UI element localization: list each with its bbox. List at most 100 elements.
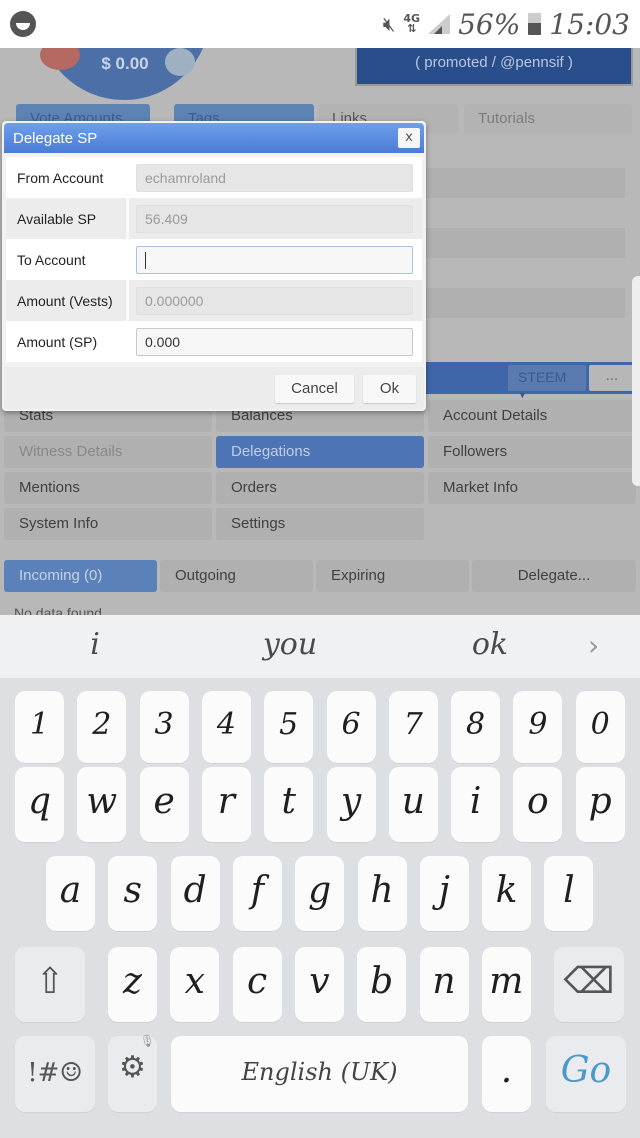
from-account-field[interactable]: echamroland xyxy=(136,163,413,192)
suggestion-1[interactable]: i xyxy=(60,627,130,662)
suggestion-3[interactable]: ok xyxy=(440,627,540,662)
delegate-button[interactable]: Delegate... xyxy=(472,560,636,592)
key-j[interactable]: j xyxy=(419,856,469,931)
key-8[interactable]: 8 xyxy=(451,691,501,763)
promoted-banner[interactable]: ( promoted / @pennsif ) xyxy=(355,48,633,86)
key-w[interactable]: w xyxy=(77,767,127,842)
key-h[interactable]: h xyxy=(357,856,407,931)
chevron-right-icon[interactable]: › xyxy=(588,629,599,662)
menu-mentions[interactable]: Mentions xyxy=(4,472,212,504)
key-g[interactable]: g xyxy=(295,856,345,931)
menu-followers[interactable]: Followers xyxy=(428,436,636,468)
tab-tutorials[interactable]: Tutorials xyxy=(464,104,632,134)
menu-market-info[interactable]: Market Info xyxy=(428,472,636,504)
network-type: 4G xyxy=(403,12,421,25)
key-x-label: x xyxy=(184,961,205,1002)
key-i[interactable]: i xyxy=(451,767,501,842)
list-row xyxy=(425,258,625,288)
key-0[interactable]: 0 xyxy=(575,691,625,763)
key-o[interactable]: o xyxy=(513,767,563,842)
key-4-label: 4 xyxy=(216,707,236,742)
available-sp-label: Available SP xyxy=(17,210,97,227)
key-d[interactable]: d xyxy=(170,856,220,931)
key-y-label: y xyxy=(340,781,362,822)
suggestion-2[interactable]: you xyxy=(240,627,340,662)
key-y[interactable]: y xyxy=(326,767,376,842)
from-account-label: From Account xyxy=(17,169,104,186)
key-1[interactable]: 1 xyxy=(15,691,64,763)
row-amount-vests: Amount (Vests) 0.000000 xyxy=(6,280,422,321)
key-3[interactable]: 3 xyxy=(139,691,189,763)
key-e[interactable]: e xyxy=(139,767,189,842)
go-key[interactable]: Go xyxy=(546,1036,626,1112)
key-a[interactable]: a xyxy=(46,856,95,931)
amount-sp-input[interactable]: 0.000 xyxy=(136,327,413,356)
menu-settings[interactable]: Settings xyxy=(216,508,424,540)
available-sp-field[interactable]: 56.409 xyxy=(136,204,413,233)
key-x[interactable]: x xyxy=(170,947,220,1022)
menu-system-info[interactable]: System Info xyxy=(4,508,212,540)
key-n-label: n xyxy=(432,961,456,1002)
cancel-button[interactable]: Cancel xyxy=(275,375,354,403)
ok-button[interactable]: Ok xyxy=(363,375,416,403)
amount-vests-field[interactable]: 0.000000 xyxy=(136,286,413,315)
key-v-label: v xyxy=(309,961,330,1002)
key-7[interactable]: 7 xyxy=(388,691,438,763)
dial-marker-light xyxy=(165,48,195,76)
dialog-footer: Cancel Ok xyxy=(4,367,424,409)
key-c[interactable]: c xyxy=(232,947,282,1022)
key-t[interactable]: t xyxy=(264,767,314,842)
row-amount-sp: Amount (SP) 0.000 xyxy=(6,321,422,362)
microphone-icon: 🎙︎ xyxy=(139,1034,155,1048)
key-q[interactable]: q xyxy=(15,767,64,842)
currency-select[interactable]: STEEM ▼ xyxy=(508,365,586,400)
space-key-label: English (UK) xyxy=(241,1058,398,1086)
key-p[interactable]: p xyxy=(575,767,625,842)
to-account-input[interactable] xyxy=(136,245,413,274)
key-6[interactable]: 6 xyxy=(326,691,376,763)
delegate-sp-dialog: Delegate SP x From Account echamroland A… xyxy=(2,121,426,411)
menu-witness-details[interactable]: Witness Details xyxy=(4,436,212,468)
close-button[interactable]: x xyxy=(398,128,420,148)
key-t-label: t xyxy=(281,781,296,822)
space-key[interactable]: English (UK) xyxy=(171,1036,468,1112)
key-v[interactable]: v xyxy=(294,947,344,1022)
menu-delegations[interactable]: Delegations xyxy=(216,436,424,468)
backspace-key[interactable]: ⌫ xyxy=(554,947,624,1022)
settings-gear-icon[interactable]: ⚙ 🎙︎ xyxy=(108,1034,157,1112)
tab-outgoing[interactable]: Outgoing xyxy=(160,560,313,592)
menu-orders[interactable]: Orders xyxy=(216,472,424,504)
key-4[interactable]: 4 xyxy=(201,691,251,763)
key-5[interactable]: 5 xyxy=(264,691,314,763)
period-key[interactable]: . xyxy=(482,1036,531,1112)
key-b[interactable]: b xyxy=(357,947,407,1022)
key-9[interactable]: 9 xyxy=(513,691,563,763)
key-u[interactable]: u xyxy=(388,767,438,842)
caret-down-icon: ▼ xyxy=(518,390,527,400)
key-r[interactable]: r xyxy=(201,767,251,842)
list-row xyxy=(425,288,625,318)
key-l[interactable]: l xyxy=(544,856,594,931)
key-0-label: 0 xyxy=(590,707,610,742)
shift-key[interactable]: ⇧ xyxy=(15,947,85,1022)
key-m[interactable]: m xyxy=(481,947,531,1022)
tab-expiring[interactable]: Expiring xyxy=(316,560,469,592)
scroll-edge[interactable] xyxy=(632,276,640,486)
tab-incoming[interactable]: Incoming (0) xyxy=(4,560,157,592)
key-s[interactable]: s xyxy=(108,856,158,931)
key-n[interactable]: n xyxy=(419,947,469,1022)
list-row xyxy=(425,138,625,168)
key-f[interactable]: f xyxy=(232,856,282,931)
key-i-label: i xyxy=(469,781,482,822)
label-cell: To Account xyxy=(6,239,129,280)
label-cell: Amount (SP) xyxy=(6,321,129,362)
more-button[interactable]: ... xyxy=(589,365,635,391)
key-2[interactable]: 2 xyxy=(77,691,127,763)
dialog-header: Delegate SP x xyxy=(4,123,424,153)
menu-account-details[interactable]: Account Details xyxy=(428,400,636,432)
symbols-key[interactable]: !#☺ xyxy=(15,1036,95,1112)
suggestion-strip: i you ok › xyxy=(0,615,640,678)
4g-data-icon: 4G ⇅ xyxy=(403,12,421,35)
key-k[interactable]: k xyxy=(482,856,532,931)
key-z[interactable]: z xyxy=(108,947,157,1022)
